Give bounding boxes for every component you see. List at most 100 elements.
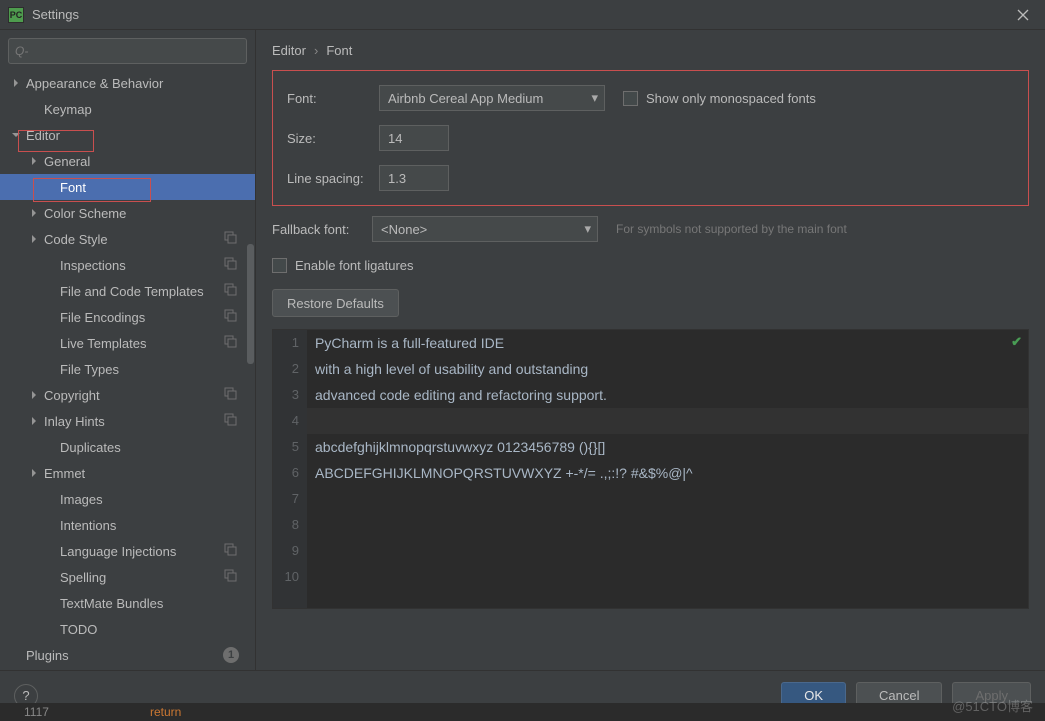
preview-line xyxy=(307,564,1028,590)
sidebar-item-appearance-behavior[interactable]: Appearance & Behavior xyxy=(0,70,255,96)
sidebar-item-label: Duplicates xyxy=(60,440,121,455)
chevron-right-icon: › xyxy=(314,43,318,58)
tree-arrow-icon xyxy=(10,131,22,139)
sidebar-item-label: Copyright xyxy=(44,388,100,403)
gutter-line-number: 2 xyxy=(273,356,299,382)
gutter-line-number: 6 xyxy=(273,460,299,486)
copy-icon xyxy=(224,387,237,403)
gutter-line-number: 1 xyxy=(273,330,299,356)
sidebar-item-label: Plugins xyxy=(26,648,69,663)
sidebar-item-keymap[interactable]: Keymap xyxy=(0,96,255,122)
sidebar-item-textmate-bundles[interactable]: TextMate Bundles xyxy=(0,590,255,616)
gutter-line-number: 3 xyxy=(273,382,299,408)
sidebar-item-label: Inlay Hints xyxy=(44,414,105,429)
sidebar-item-label: General xyxy=(44,154,90,169)
preview-line: abcdefghijklmnopqrstuvwxyz 0123456789 ()… xyxy=(307,434,1028,460)
gutter-line-number: 9 xyxy=(273,538,299,564)
size-input[interactable] xyxy=(379,125,449,151)
titlebar: PC Settings xyxy=(0,0,1045,30)
sidebar-item-label: Font xyxy=(60,180,86,195)
sidebar-item-plugins[interactable]: Plugins 1 xyxy=(0,642,255,668)
copy-icon xyxy=(224,309,237,325)
settings-tree[interactable]: Appearance & Behavior Keymap Editor General… xyxy=(0,70,255,670)
fallback-label: Fallback font: xyxy=(272,222,372,237)
sidebar-item-file-and-code-templates[interactable]: File and Code Templates xyxy=(0,278,255,304)
font-preview: ✔ 12345678910 PyCharm is a full-featured… xyxy=(272,329,1029,609)
sidebar-item-copyright[interactable]: Copyright xyxy=(0,382,255,408)
sidebar-item-font[interactable]: Font xyxy=(0,174,255,200)
gutter-line-number: 8 xyxy=(273,512,299,538)
sidebar-item-label: Editor xyxy=(26,128,60,143)
sidebar-item-images[interactable]: Images xyxy=(0,486,255,512)
sidebar-item-inlay-hints[interactable]: Inlay Hints xyxy=(0,408,255,434)
fallback-select-value: <None> xyxy=(381,222,427,237)
sidebar-item-label: TextMate Bundles xyxy=(60,596,163,611)
preview-line xyxy=(307,486,1028,512)
preview-line xyxy=(307,512,1028,538)
copy-icon xyxy=(224,257,237,273)
size-label: Size: xyxy=(287,131,379,146)
fallback-info: For symbols not supported by the main fo… xyxy=(616,222,847,236)
editor-hint-bar: 1117 return xyxy=(0,703,1045,721)
sidebar-item-label: File Types xyxy=(60,362,119,377)
chevron-down-icon: ▾ xyxy=(584,221,591,237)
sidebar-item-label: Images xyxy=(60,492,103,507)
line-number-gutter: 12345678910 xyxy=(273,330,307,608)
tree-arrow-icon xyxy=(28,469,40,477)
sidebar-item-general[interactable]: General xyxy=(0,148,255,174)
breadcrumb-editor[interactable]: Editor xyxy=(272,43,306,58)
settings-sidebar: Appearance & Behavior Keymap Editor General… xyxy=(0,30,256,670)
fallback-select[interactable]: <None> ▾ xyxy=(372,216,598,242)
font-select[interactable]: Airbnb Cereal App Medium ▾ xyxy=(379,85,605,111)
sidebar-item-duplicates[interactable]: Duplicates xyxy=(0,434,255,460)
preview-line xyxy=(307,408,1028,434)
check-icon: ✔ xyxy=(1011,334,1022,350)
tree-arrow-icon xyxy=(28,417,40,425)
sidebar-item-code-style[interactable]: Code Style xyxy=(0,226,255,252)
sidebar-item-language-injections[interactable]: Language Injections xyxy=(0,538,255,564)
copy-icon xyxy=(224,231,237,247)
copy-icon xyxy=(224,569,237,585)
return-keyword: return xyxy=(150,705,181,719)
sidebar-item-label: Emmet xyxy=(44,466,85,481)
ligatures-checkbox[interactable] xyxy=(272,258,287,273)
monospace-label: Show only monospaced fonts xyxy=(646,91,816,106)
sidebar-item-label: Keymap xyxy=(44,102,92,117)
linespacing-input[interactable] xyxy=(379,165,449,191)
sidebar-item-color-scheme[interactable]: Color Scheme xyxy=(0,200,255,226)
sidebar-item-label: Code Style xyxy=(44,232,108,247)
sidebar-item-live-templates[interactable]: Live Templates xyxy=(0,330,255,356)
sidebar-item-label: Appearance & Behavior xyxy=(26,76,163,91)
linespacing-label: Line spacing: xyxy=(287,171,379,186)
gutter-line-number: 5 xyxy=(273,434,299,460)
sidebar-item-todo[interactable]: TODO xyxy=(0,616,255,642)
sidebar-item-emmet[interactable]: Emmet xyxy=(0,460,255,486)
preview-line: with a high level of usability and outst… xyxy=(307,356,1028,382)
monospace-checkbox[interactable] xyxy=(623,91,638,106)
search-input[interactable] xyxy=(8,38,247,64)
sidebar-item-label: Spelling xyxy=(60,570,106,585)
copy-icon xyxy=(224,543,237,559)
restore-defaults-button[interactable]: Restore Defaults xyxy=(272,289,399,317)
font-label: Font: xyxy=(287,91,379,106)
sidebar-item-file-encodings[interactable]: File Encodings xyxy=(0,304,255,330)
gutter-line-number: 4 xyxy=(273,408,299,434)
sidebar-item-label: File and Code Templates xyxy=(60,284,204,299)
copy-icon xyxy=(224,283,237,299)
font-settings-group: Font: Airbnb Cereal App Medium ▾ Show on… xyxy=(272,70,1029,206)
ligatures-label: Enable font ligatures xyxy=(295,258,414,273)
app-icon: PC xyxy=(8,7,24,23)
preview-line: advanced code editing and refactoring su… xyxy=(307,382,1028,408)
sidebar-item-intentions[interactable]: Intentions xyxy=(0,512,255,538)
sidebar-item-editor[interactable]: Editor xyxy=(0,122,255,148)
sidebar-item-spelling[interactable]: Spelling xyxy=(0,564,255,590)
settings-main: Editor › Font Font: Airbnb Cereal App Me… xyxy=(256,30,1045,670)
preview-text-area[interactable]: PyCharm is a full-featured IDEwith a hig… xyxy=(307,330,1028,590)
sidebar-item-file-types[interactable]: File Types xyxy=(0,356,255,382)
sidebar-item-inspections[interactable]: Inspections xyxy=(0,252,255,278)
preview-line: ABCDEFGHIJKLMNOPQRSTUVWXYZ +-*/= .,;:!? … xyxy=(307,460,1028,486)
ok-label: OK xyxy=(804,688,823,703)
sidebar-item-label: Language Injections xyxy=(60,544,176,559)
badge-count: 1 xyxy=(223,647,239,663)
close-button[interactable] xyxy=(1009,1,1037,29)
